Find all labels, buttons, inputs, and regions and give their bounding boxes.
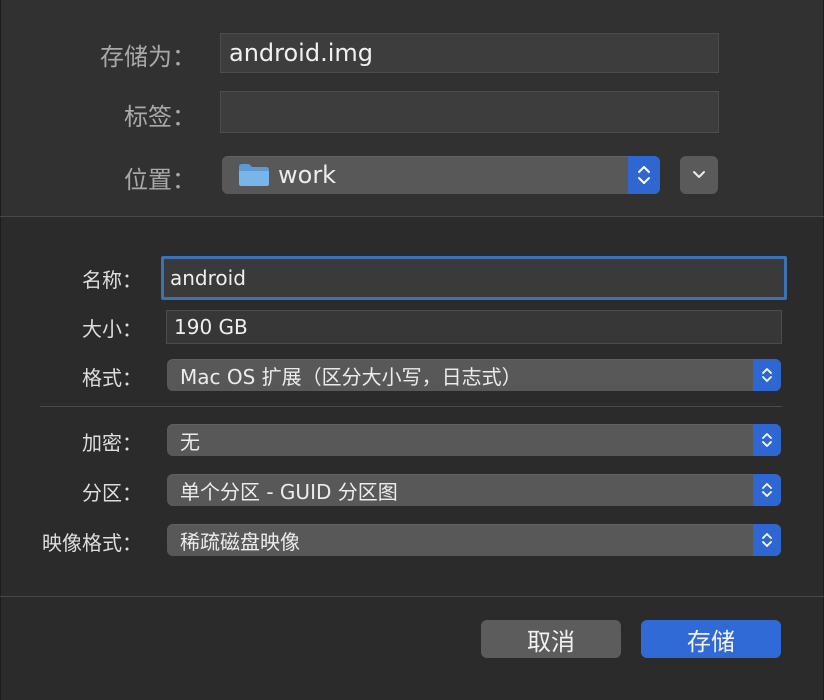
image-format-popup[interactable]: 稀疏磁盘映像	[167, 524, 781, 556]
location-popup[interactable]: work	[222, 156, 660, 194]
image-format-value: 稀疏磁盘映像	[180, 529, 300, 554]
up-down-chevron-icon	[753, 424, 781, 456]
size-label: 大小：	[82, 317, 142, 341]
name-label: 名称：	[82, 268, 142, 292]
up-down-chevron-icon	[753, 524, 781, 556]
encryption-popup[interactable]: 无	[167, 424, 781, 456]
partition-popup[interactable]: 单个分区 - GUID 分区图	[167, 474, 781, 506]
save-as-label: 存储为：	[100, 43, 196, 71]
partition-value: 单个分区 - GUID 分区图	[180, 479, 398, 504]
save-as-input[interactable]: android.img	[220, 33, 719, 73]
save-button[interactable]: 存储	[641, 620, 781, 658]
expand-button[interactable]	[680, 156, 718, 194]
encryption-label: 加密：	[82, 431, 142, 455]
up-down-chevron-icon	[753, 359, 781, 391]
tags-label: 标签：	[124, 103, 196, 131]
name-input[interactable]: android	[161, 256, 787, 300]
format-value: Mac OS 扩展（区分大小写，日志式）	[180, 364, 522, 389]
options-divider	[40, 406, 782, 407]
folder-icon	[238, 163, 270, 187]
encryption-value: 无	[180, 429, 200, 454]
up-down-chevron-icon	[628, 156, 660, 194]
window-border-left	[0, 0, 1, 700]
tags-input[interactable]	[220, 91, 719, 133]
cancel-button[interactable]: 取消	[481, 620, 621, 658]
size-field: 190 GB	[166, 310, 782, 344]
chevron-down-icon	[693, 171, 705, 178]
footer-divider	[0, 596, 824, 597]
partition-label: 分区：	[82, 481, 142, 505]
format-label: 格式：	[82, 366, 142, 390]
location-value: work	[278, 161, 337, 189]
section-divider	[0, 216, 824, 217]
format-popup[interactable]: Mac OS 扩展（区分大小写，日志式）	[167, 359, 781, 391]
image-format-label: 映像格式：	[42, 531, 142, 555]
location-label: 位置：	[124, 166, 196, 194]
up-down-chevron-icon	[753, 474, 781, 506]
